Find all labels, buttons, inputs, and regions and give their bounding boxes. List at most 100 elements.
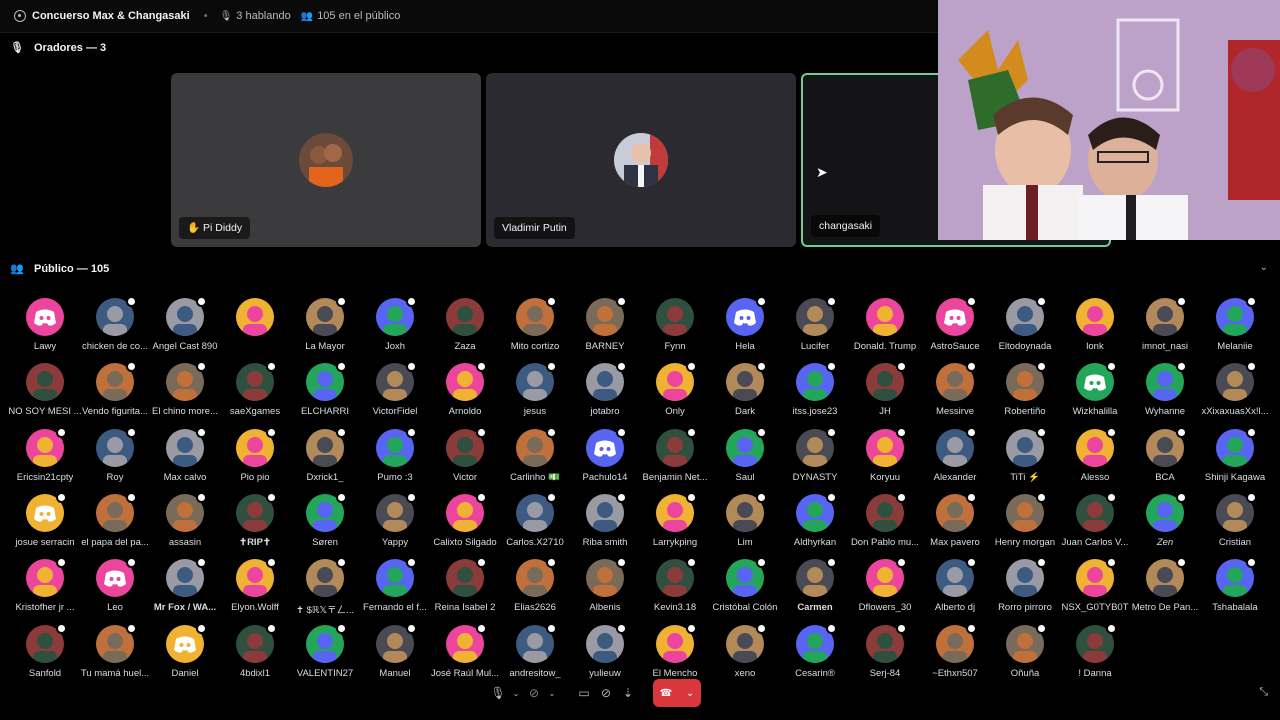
audience-member[interactable]: ✝RIP✝ bbox=[220, 491, 290, 556]
audience-member[interactable]: Tshabalala bbox=[1200, 557, 1270, 621]
audience-member[interactable]: jesus bbox=[500, 361, 570, 425]
audience-member[interactable]: Carmen bbox=[780, 557, 850, 621]
audience-member[interactable]: Koryuu bbox=[850, 426, 920, 491]
audience-member[interactable]: itss.jose23 bbox=[780, 361, 850, 425]
screen-share-icon[interactable]: ▭ bbox=[573, 682, 595, 704]
audience-member[interactable]: El chino more... bbox=[150, 361, 220, 425]
audience-member[interactable]: assasin bbox=[150, 491, 220, 556]
audience-member[interactable]: Wizkhalilla bbox=[1060, 361, 1130, 425]
audience-member[interactable]: DYNASTY bbox=[780, 426, 850, 491]
audience-member[interactable]: Joxh bbox=[360, 296, 430, 360]
camera-off-icon[interactable]: ⊘ bbox=[523, 682, 545, 704]
audience-member[interactable]: Lim bbox=[710, 491, 780, 556]
audience-member[interactable]: BARNEY bbox=[570, 296, 640, 360]
chevron-down-icon[interactable]: ⌄ bbox=[1260, 262, 1268, 273]
audience-member[interactable]: xXixaxuasXx!l... bbox=[1200, 361, 1270, 425]
audience-member[interactable]: Arnoldo bbox=[430, 361, 500, 425]
audience-member[interactable]: Cristian bbox=[1200, 491, 1270, 556]
audience-member[interactable]: Elyon.Wolff bbox=[220, 557, 290, 621]
audience-member[interactable]: JH bbox=[850, 361, 920, 425]
audience-member[interactable]: Tu mamá huel... bbox=[80, 622, 150, 687]
chevron-down-icon[interactable]: ⌄ bbox=[509, 682, 523, 704]
audience-member[interactable]: Søren bbox=[290, 491, 360, 556]
audience-member[interactable]: Lucifer bbox=[780, 296, 850, 360]
collapse-icon[interactable]: ⤡ bbox=[1259, 686, 1268, 699]
audience-member[interactable]: Yappy bbox=[360, 491, 430, 556]
audience-member[interactable]: Reina Isabel 2 bbox=[430, 557, 500, 621]
audience-member[interactable]: Fynn bbox=[640, 298, 710, 360]
audience-member[interactable]: Melaniie bbox=[1200, 296, 1270, 360]
audience-member[interactable]: Angel Cast 890 bbox=[150, 296, 220, 360]
audience-member[interactable]: Calixto Silgado bbox=[430, 491, 500, 556]
audience-member[interactable]: josue serracin bbox=[10, 491, 80, 556]
audience-member[interactable]: VictorFidel bbox=[360, 361, 430, 425]
audience-member[interactable]: Hela bbox=[710, 296, 780, 360]
audience-member[interactable]: Lawy bbox=[10, 298, 80, 360]
mute-speaker-icon[interactable]: ⊘ bbox=[595, 682, 617, 704]
audience-member[interactable]: Mr Fox / WA... bbox=[150, 557, 220, 621]
audience-member[interactable]: Kevin3.18 bbox=[640, 557, 710, 621]
audience-member[interactable]: Benjamin Net... bbox=[640, 426, 710, 491]
audience-member[interactable]: Aldhyrkan bbox=[780, 491, 850, 556]
audience-member[interactable]: Riba smith bbox=[570, 491, 640, 556]
audience-member[interactable]: Robertiño bbox=[990, 361, 1060, 425]
audience-member[interactable]: Pachulo14 bbox=[570, 426, 640, 491]
audience-member[interactable] bbox=[220, 298, 290, 360]
speaker-tile[interactable]: ✋ Pi Diddy bbox=[171, 73, 481, 247]
audience-member[interactable]: Zen bbox=[1130, 491, 1200, 556]
audience-member[interactable]: Alesso bbox=[1060, 426, 1130, 491]
audience-member[interactable]: BCA bbox=[1130, 426, 1200, 491]
audience-member[interactable]: Carlinho 💵 bbox=[500, 426, 570, 491]
audience-member[interactable]: Victor bbox=[430, 426, 500, 491]
audience-member[interactable]: Manuel bbox=[360, 622, 430, 687]
audience-member[interactable]: Sanfold bbox=[10, 622, 80, 687]
audience-member[interactable]: Mito cortizo bbox=[500, 296, 570, 360]
audience-member[interactable]: Oñuña bbox=[990, 622, 1060, 687]
audience-member[interactable]: Elias2626 bbox=[500, 557, 570, 621]
audience-member[interactable]: Rorro pirroro bbox=[990, 557, 1060, 621]
audience-member[interactable]: Dflowers_30 bbox=[850, 557, 920, 621]
audience-member[interactable]: Wyhanne bbox=[1130, 361, 1200, 425]
audience-member[interactable]: Metro De Pan... bbox=[1130, 557, 1200, 621]
audience-member[interactable]: Ericsin21cpty bbox=[10, 426, 80, 491]
audience-member[interactable]: Eltodoynada bbox=[990, 296, 1060, 360]
audience-member[interactable]: Don Pablo mu... bbox=[850, 491, 920, 556]
audience-member[interactable]: Albenis bbox=[570, 557, 640, 621]
audience-member[interactable]: La Mayor bbox=[290, 296, 360, 360]
audience-member[interactable]: Donald. Trump bbox=[850, 298, 920, 360]
audience-member[interactable]: TiTi ⚡ bbox=[990, 426, 1060, 491]
audience-member[interactable]: Messirve bbox=[920, 361, 990, 425]
audience-member[interactable]: Only bbox=[640, 361, 710, 425]
audience-member[interactable]: Cristóbal Colón bbox=[710, 557, 780, 621]
speaker-tile[interactable]: Vladimir Putin bbox=[486, 73, 796, 247]
audience-member[interactable]: Cesarin® bbox=[780, 622, 850, 687]
audience-member[interactable]: 4bdixl1 bbox=[220, 622, 290, 687]
hangup-button[interactable]: ☎ ⌄ bbox=[653, 679, 701, 707]
audience-member[interactable]: jotabro bbox=[570, 361, 640, 425]
audience-member[interactable]: Vendo figurita... bbox=[80, 361, 150, 425]
chevron-down-icon[interactable]: ⌄ bbox=[545, 682, 559, 704]
audience-member[interactable]: Dxrick1_ bbox=[290, 426, 360, 491]
audience-member[interactable]: xeno bbox=[710, 622, 780, 687]
audience-member[interactable]: Alexander bbox=[920, 426, 990, 491]
audience-member[interactable]: imnot_nasi bbox=[1130, 296, 1200, 360]
audience-member[interactable]: Pumo :3 bbox=[360, 426, 430, 491]
mic-icon[interactable]: 🎙 bbox=[487, 682, 509, 704]
audience-member[interactable]: saeXgames bbox=[220, 361, 290, 425]
audience-member[interactable]: Fernando el f... bbox=[360, 557, 430, 621]
audience-member[interactable]: ✝ $ℝ𝕏〒ㄥ... bbox=[290, 557, 360, 621]
audience-member[interactable]: Daniel bbox=[150, 622, 220, 687]
audience-member[interactable]: Henry morgan bbox=[990, 491, 1060, 556]
audience-member[interactable]: Carlos.X2710 bbox=[500, 491, 570, 556]
move-to-audience-icon[interactable]: ⇣ bbox=[617, 682, 639, 704]
audience-member[interactable]: VALENTIN27 bbox=[290, 622, 360, 687]
audience-member[interactable]: el papa del pa... bbox=[80, 491, 150, 556]
audience-member[interactable]: Dark bbox=[710, 361, 780, 425]
audience-member[interactable]: Larrykping bbox=[640, 491, 710, 556]
audience-member[interactable]: Juan Carlos V... bbox=[1060, 491, 1130, 556]
audience-member[interactable]: Leo bbox=[80, 557, 150, 621]
audience-member[interactable]: chicken de co... bbox=[80, 296, 150, 360]
audience-member[interactable]: Saul bbox=[710, 426, 780, 491]
audience-member[interactable]: lonk bbox=[1060, 298, 1130, 360]
audience-member[interactable]: Max calvo bbox=[150, 426, 220, 491]
